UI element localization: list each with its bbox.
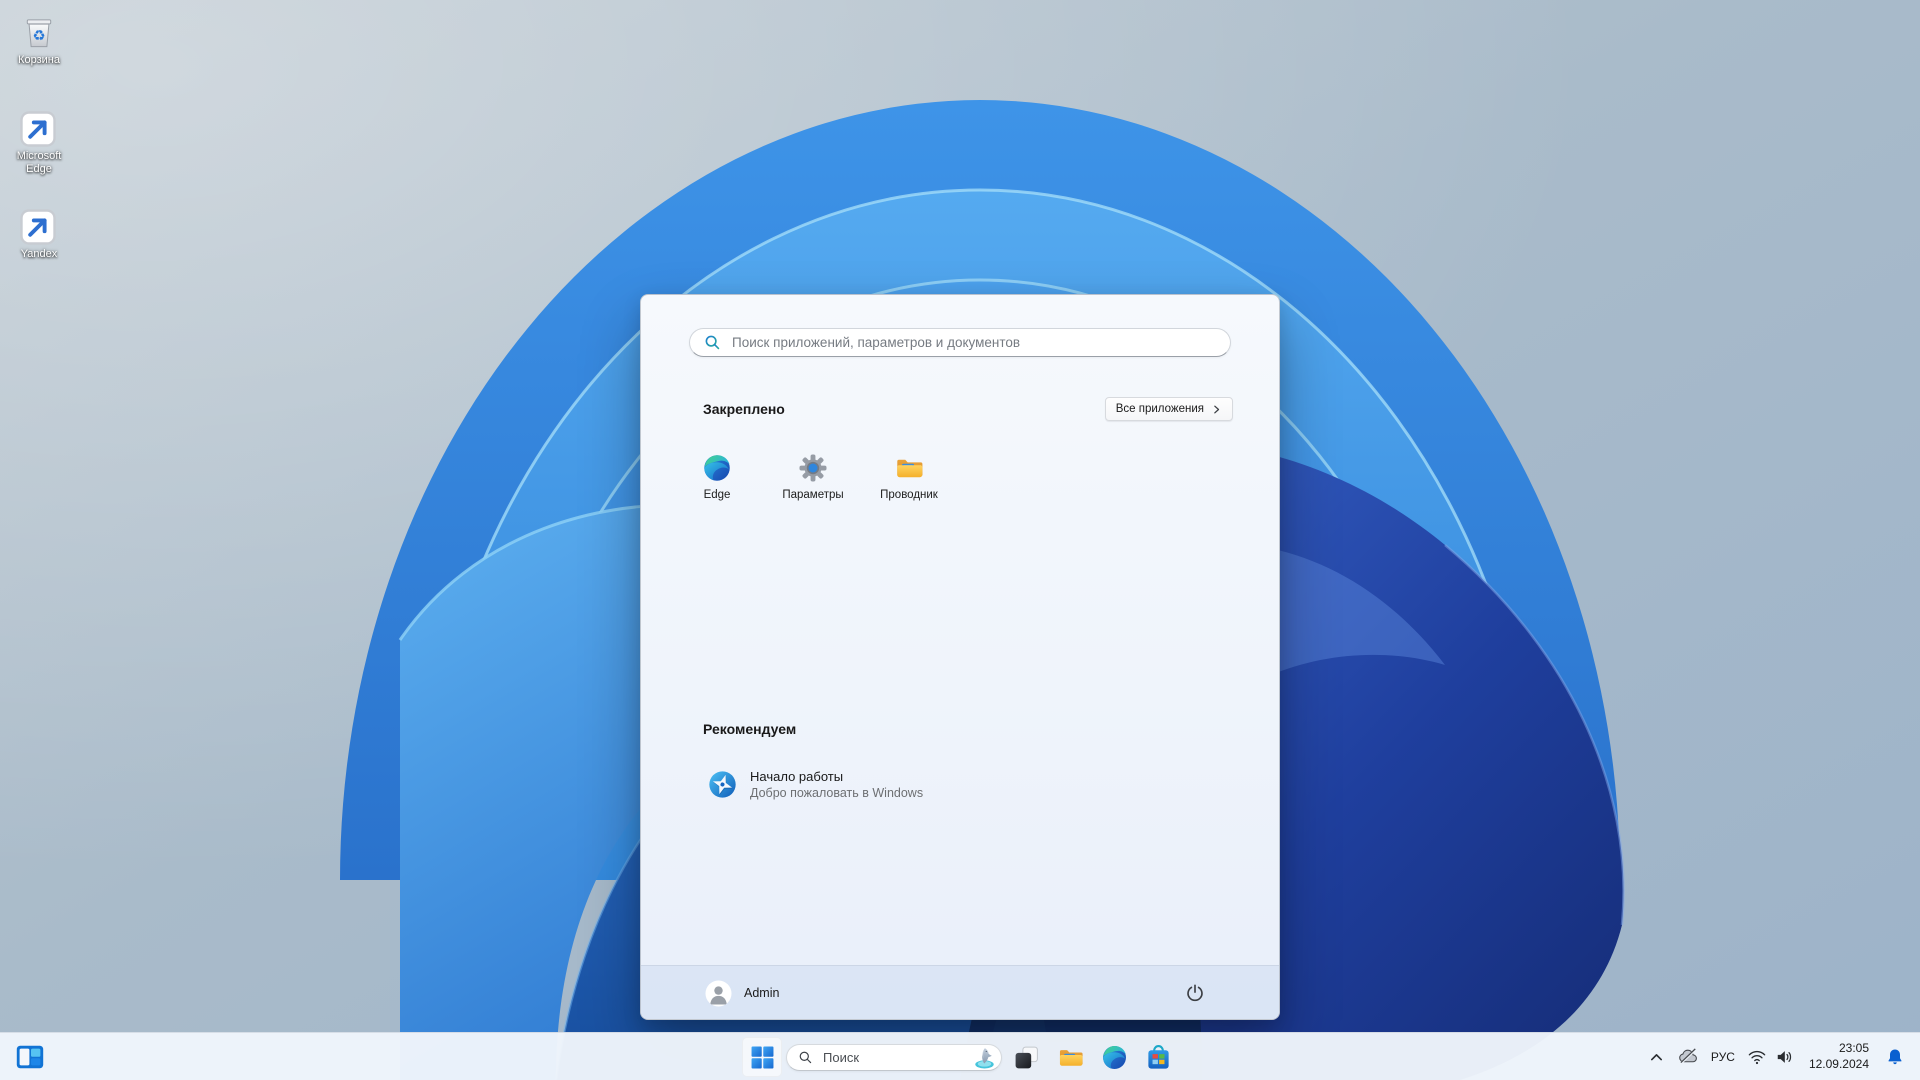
- shortcut-arrow-icon: [20, 111, 56, 147]
- desktop-icon-microsoft-edge[interactable]: Microsoft Edge: [0, 104, 78, 182]
- chevron-right-icon: [1211, 404, 1222, 415]
- power-button[interactable]: [1175, 973, 1215, 1013]
- desktop-icon-yandex[interactable]: Yandex: [0, 202, 78, 267]
- pinned-app-edge[interactable]: Edge: [669, 441, 765, 513]
- taskbar-center: [742, 1037, 1178, 1077]
- yandex-browser-icon: [21, 208, 57, 244]
- start-menu: Закреплено Все приложения Edge Параметры…: [640, 294, 1280, 1020]
- language-label: РУС: [1710, 1050, 1735, 1064]
- power-icon: [1184, 982, 1206, 1004]
- task-view-icon: [1013, 1044, 1040, 1071]
- recommended-item-title: Начало работы: [750, 768, 844, 784]
- all-apps-button-label: Все приложения: [1115, 403, 1204, 415]
- taskbar-search-box[interactable]: [786, 1043, 1002, 1071]
- desktop-icon-label: Microsoft Edge: [16, 150, 62, 176]
- pinned-header: Закреплено: [703, 401, 785, 417]
- pinned-app-label: Проводник: [880, 489, 938, 501]
- all-apps-button[interactable]: Все приложения: [1104, 397, 1233, 421]
- edge-icon: [21, 110, 57, 146]
- system-tray: РУС 23:05 12.09.2024: [1642, 1033, 1912, 1080]
- widgets-icon: [16, 1045, 44, 1069]
- search-highlight-dolphin-icon: [971, 1045, 998, 1070]
- recommended-header-row: Рекомендуем: [703, 721, 1233, 737]
- taskbar-search-input[interactable]: [821, 1048, 963, 1066]
- recommended-item-get-started[interactable]: Начало работы Добро пожаловать в Windows: [681, 759, 1239, 809]
- microsoft-store-icon: [1145, 1044, 1172, 1071]
- search-icon: [704, 334, 721, 351]
- user-avatar-icon: [705, 980, 732, 1007]
- start-menu-footer: Admin: [641, 965, 1279, 1019]
- edge-icon: [1101, 1044, 1128, 1071]
- onedrive-offline-icon: [1677, 1046, 1699, 1068]
- pinned-apps-grid: Edge Параметры Проводник: [669, 441, 957, 513]
- recommended-item-text: Начало работы Добро пожаловать в Windows: [750, 769, 923, 800]
- tray-date: 12.09.2024: [1808, 1057, 1869, 1071]
- search-icon: [798, 1050, 813, 1065]
- clock-button[interactable]: 23:05 12.09.2024: [1800, 1037, 1878, 1077]
- notifications-button[interactable]: [1878, 1037, 1912, 1077]
- taskbar: РУС 23:05 12.09.2024: [0, 1032, 1920, 1080]
- tray-overflow-button[interactable]: [1642, 1037, 1672, 1077]
- network-volume-button[interactable]: [1742, 1037, 1800, 1077]
- recommended-header: Рекомендуем: [703, 721, 797, 737]
- edge-button[interactable]: [1094, 1037, 1134, 1077]
- start-menu-search-input[interactable]: [730, 334, 1216, 351]
- file-explorer-button[interactable]: [1050, 1037, 1090, 1077]
- pinned-app-label: Edge: [703, 489, 731, 501]
- get-started-icon: [707, 769, 738, 800]
- notification-bell-icon: [1885, 1047, 1905, 1067]
- shortcut-arrow-icon: [20, 209, 56, 245]
- start-button[interactable]: [742, 1037, 782, 1077]
- tray-time: 23:05: [1838, 1041, 1869, 1056]
- recycle-bin-icon: [21, 14, 57, 50]
- pinned-app-label: Параметры: [782, 489, 844, 501]
- user-profile-button[interactable]: Admin: [693, 973, 791, 1013]
- volume-icon: [1774, 1047, 1794, 1067]
- wifi-icon: [1747, 1047, 1767, 1067]
- windows-logo-icon: [750, 1045, 775, 1070]
- settings-gear-icon: [798, 453, 828, 483]
- task-view-button[interactable]: [1006, 1037, 1046, 1077]
- user-name: Admin: [744, 986, 780, 1000]
- desktop-icon-label: Корзина: [18, 54, 60, 66]
- desktop-icon-recycle-bin[interactable]: Корзина: [0, 8, 78, 73]
- pinned-app-file-explorer[interactable]: Проводник: [861, 441, 957, 513]
- language-indicator[interactable]: РУС: [1704, 1037, 1742, 1077]
- pinned-header-row: Закреплено Все приложения: [703, 397, 1233, 421]
- desktop-icon-label: Yandex: [20, 248, 58, 260]
- widgets-button[interactable]: [10, 1037, 50, 1077]
- onedrive-button[interactable]: [1672, 1037, 1704, 1077]
- edge-icon: [702, 453, 732, 483]
- file-explorer-icon: [894, 453, 924, 483]
- pinned-app-settings[interactable]: Параметры: [765, 441, 861, 513]
- recommended-item-subtitle: Добро пожаловать в Windows: [750, 785, 924, 800]
- desktop: ♻ Y: [0, 0, 1920, 1080]
- file-explorer-icon: [1057, 1044, 1084, 1071]
- start-menu-search-box[interactable]: [689, 328, 1231, 357]
- microsoft-store-button[interactable]: [1138, 1037, 1178, 1077]
- chevron-up-icon: [1649, 1050, 1664, 1065]
